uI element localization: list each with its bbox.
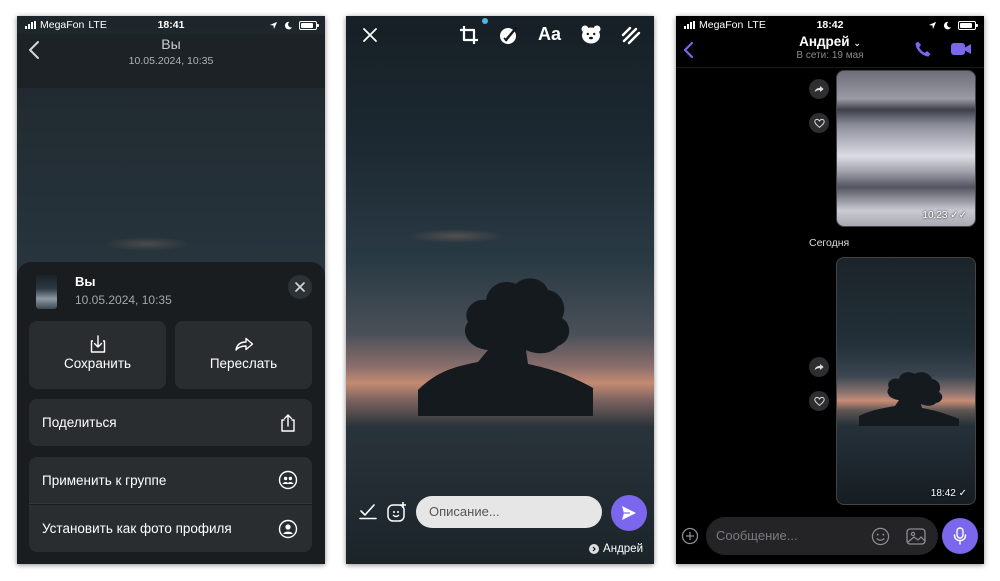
editor-bottom-bar: Описание... Андрей (346, 489, 654, 564)
group-icon (278, 470, 298, 490)
chat-input-bar: Сообщение... (676, 512, 984, 564)
recipient-label: Андрей (589, 543, 643, 555)
photo-editor-screen: Aa Описание... Андрей (346, 16, 654, 564)
contact-name-button[interactable]: Андрей ⌄ (676, 34, 984, 49)
phone-icon[interactable] (914, 40, 932, 58)
chat-screen: MegaFon LTE 18:42 Андрей ⌄ В сети: 19 ма… (676, 16, 984, 564)
tree-silhouette (418, 278, 593, 416)
image-message-1[interactable]: 10:23 ✓✓ (836, 70, 976, 227)
back-arrow-icon[interactable] (23, 38, 47, 62)
set-profile-label: Установить как фото профиля (42, 521, 232, 536)
set-profile-photo-row[interactable]: Установить как фото профиля (29, 505, 312, 552)
forward-button[interactable]: Переслать (175, 321, 312, 389)
sticker-bear-icon[interactable] (580, 23, 602, 45)
chevron-down-icon: ⌄ (853, 38, 861, 48)
editor-toolbar: Aa (346, 16, 654, 56)
like-message-button[interactable] (809, 391, 829, 411)
message-2-time: 18:42 ✓ (930, 488, 967, 499)
gallery-icon[interactable] (906, 527, 926, 546)
battery-icon (299, 20, 319, 30)
forward-message-button[interactable] (809, 357, 829, 377)
apply-group-label: Применить к группе (42, 472, 167, 488)
caption-input[interactable]: Описание... (416, 496, 602, 528)
doodle-icon[interactable] (620, 24, 642, 46)
check-list-icon[interactable] (359, 502, 377, 520)
date-separator: Сегодня (809, 237, 850, 249)
plus-circle-icon[interactable] (681, 527, 699, 545)
chevron-right-icon (589, 544, 600, 554)
photo-thumbnail (36, 275, 57, 309)
last-seen: В сети: 19 мая (796, 50, 864, 61)
tree-silhouette (859, 372, 959, 426)
viewer-header: Вы 10.05.2024, 10:35 (17, 34, 325, 88)
sticker-add-icon[interactable] (386, 501, 408, 523)
contact-name: Андрей (799, 34, 850, 49)
viewer-date: 10.05.2024, 10:35 (128, 55, 214, 67)
forward-arrow-icon (814, 364, 824, 371)
status-bar: MegaFon LTE 18:41 (17, 16, 325, 34)
sticker-icon[interactable] (871, 527, 890, 546)
forward-label: Переслать (209, 356, 278, 371)
forward-message-button[interactable] (809, 79, 829, 99)
forward-arrow-icon (234, 337, 253, 351)
image-message-2[interactable]: 18:42 ✓ (836, 257, 976, 505)
back-arrow-icon[interactable] (680, 40, 698, 60)
chat-header: Андрей ⌄ В сети: 19 мая (676, 34, 984, 68)
send-button[interactable] (611, 495, 647, 531)
viewer-title: Вы (161, 36, 181, 52)
share-row[interactable]: Поделиться (29, 399, 312, 446)
moon-icon (943, 21, 952, 29)
recipient-name: Андрей (603, 543, 643, 555)
send-icon (622, 506, 636, 520)
profile-icon (278, 519, 298, 538)
action-sheet: Вы 10.05.2024, 10:35 Сохранить Переслать… (17, 262, 325, 564)
double-check-icon: ✓✓ (950, 210, 967, 221)
sheet-sender: Вы (75, 274, 96, 289)
location-icon (928, 21, 937, 29)
like-message-button[interactable] (809, 113, 829, 133)
location-icon (269, 21, 278, 29)
voice-message-button[interactable] (942, 518, 978, 554)
text-tool[interactable]: Aa (538, 24, 561, 45)
status-bar: MegaFon LTE 18:42 (676, 16, 984, 34)
share-icon (281, 413, 295, 432)
crop-indicator-dot (482, 18, 488, 24)
check-icon: ✓ (958, 488, 967, 499)
message-1-time: 10:23 ✓✓ (922, 210, 967, 221)
close-icon[interactable] (361, 26, 379, 44)
moon-icon (284, 21, 293, 29)
share-label: Поделиться (42, 415, 117, 430)
photo-viewer-screen: MegaFon LTE 18:41 Вы 10.05.2024, 10:35 В… (17, 16, 325, 564)
crop-icon[interactable] (458, 24, 480, 46)
heart-icon (813, 118, 825, 128)
message-placeholder: Сообщение... (716, 528, 798, 543)
message-input[interactable]: Сообщение... (706, 517, 938, 555)
close-button[interactable] (288, 275, 312, 299)
save-label: Сохранить (63, 356, 132, 371)
draw-brush-icon[interactable] (498, 24, 520, 46)
apply-to-group-row[interactable]: Применить к группе (29, 457, 312, 504)
close-icon (295, 282, 305, 292)
microphone-icon (953, 527, 967, 545)
video-call-icon[interactable] (950, 40, 972, 58)
save-button[interactable]: Сохранить (29, 321, 166, 389)
forward-arrow-icon (814, 86, 824, 93)
sheet-date: 10.05.2024, 10:35 (75, 293, 172, 307)
download-icon (90, 335, 105, 353)
heart-icon (813, 396, 825, 406)
battery-icon (958, 20, 978, 30)
